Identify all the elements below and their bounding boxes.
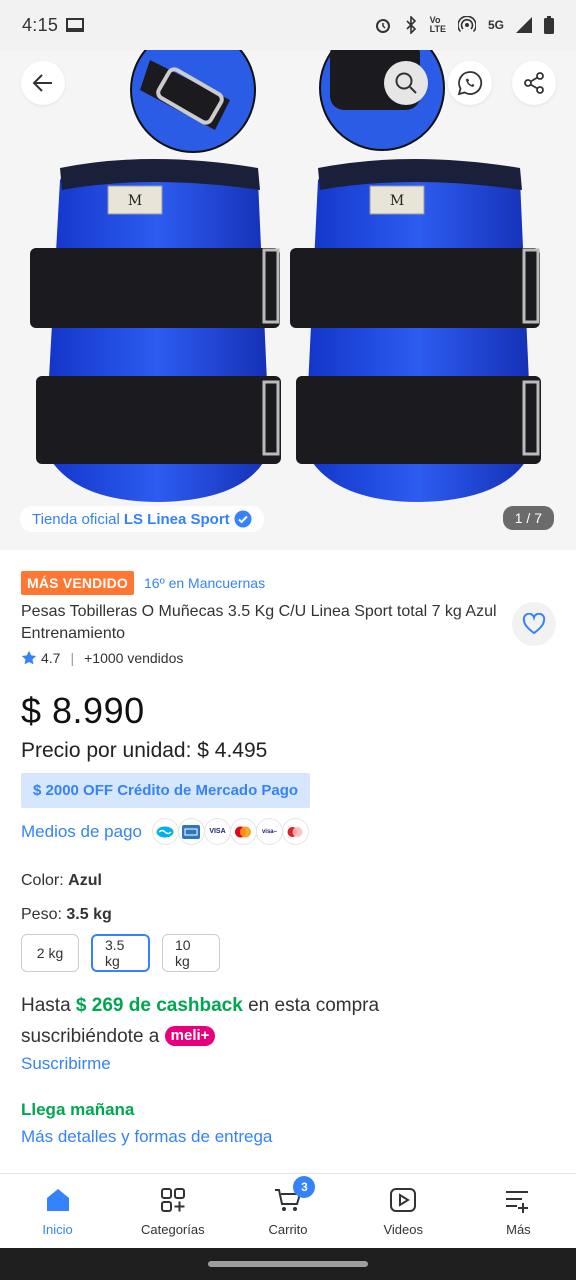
back-button[interactable]	[21, 61, 65, 105]
heart-icon	[522, 613, 546, 635]
cashback-prefix: Hasta	[21, 995, 71, 1016]
nav-more-label: Más	[506, 1222, 531, 1237]
rating-row[interactable]: 4.7 | +1000 vendidos	[21, 650, 183, 666]
nav-cart[interactable]: 3 Carrito	[230, 1174, 345, 1248]
nav-cart-label: Carrito	[268, 1222, 308, 1237]
delivery-details-link[interactable]: Más detalles y formas de entrega	[21, 1127, 272, 1147]
sold-count: +1000 vendidos	[84, 650, 184, 666]
weight-label: Peso:	[21, 906, 62, 923]
favorite-button[interactable]	[512, 602, 556, 646]
svg-text:M: M	[128, 193, 142, 209]
color-selector: Color: Azul	[21, 872, 102, 890]
search-icon	[395, 72, 417, 94]
nav-videos-label: Videos	[383, 1222, 423, 1237]
system-navigation-bar	[0, 1248, 576, 1280]
weight-option-2kg[interactable]: 2 kg	[21, 934, 79, 972]
amex-icon	[177, 818, 205, 845]
visa-icon: VISA	[203, 818, 231, 845]
delivery-estimate: Llega mañana	[21, 1100, 135, 1119]
nav-home[interactable]: Inicio	[0, 1174, 115, 1248]
cashback-promo: Hasta $ 269 de cashback en esta compra s…	[21, 990, 501, 1052]
payment-methods-row[interactable]: Medios de pago VISA visa–	[21, 818, 309, 845]
share-button[interactable]	[512, 61, 556, 105]
battery-icon	[544, 16, 554, 34]
mercadopago-icon	[151, 818, 179, 845]
official-store-link[interactable]: Tienda oficial LS Linea Sport	[20, 506, 264, 532]
nav-home-label: Inicio	[42, 1222, 73, 1237]
payment-methods-link[interactable]: Medios de pago	[21, 822, 142, 842]
share-icon	[524, 72, 544, 94]
rating-separator: |	[70, 650, 75, 666]
video-icon	[389, 1182, 417, 1218]
weight-option-3-5kg[interactable]: 3.5 kg	[91, 934, 150, 972]
categories-icon	[159, 1182, 187, 1218]
product-image: M M	[30, 50, 541, 502]
screen-icon	[66, 18, 85, 32]
verified-icon	[234, 510, 252, 528]
weight-selector: Peso: 3.5 kg	[21, 906, 112, 924]
cashback-amount: $ 269 de cashback	[75, 995, 243, 1016]
maestro-icon	[281, 818, 309, 845]
volte-icon: Vo LTE	[429, 15, 446, 34]
weight-value: 3.5 kg	[66, 906, 112, 923]
best-seller-badge: MÁS VENDIDO	[21, 571, 134, 595]
color-value: Azul	[68, 872, 102, 889]
product-title: Pesas Tobilleras O Muñecas 3.5 Kg C/U Li…	[21, 603, 497, 642]
home-icon	[44, 1182, 72, 1218]
visa-debit-icon: visa–	[255, 818, 283, 845]
official-store-name: LS Linea Sport	[123, 510, 230, 528]
hotspot-icon	[457, 16, 476, 33]
unit-price: Precio por unidad: $ 4.495	[21, 739, 268, 762]
rating-score: 4.7	[41, 650, 61, 666]
official-store-prefix: Tienda oficial	[32, 510, 120, 528]
star-icon	[21, 650, 37, 665]
color-label: Color:	[21, 872, 64, 889]
price: $ 8.990	[21, 690, 145, 731]
svg-text:M: M	[390, 193, 404, 209]
mastercard-icon	[229, 818, 257, 845]
cart-count-badge: 3	[293, 1176, 316, 1198]
signal-icon	[516, 17, 532, 33]
search-button[interactable]	[384, 61, 428, 105]
image-counter: 1 / 7	[502, 506, 554, 530]
subscribe-link[interactable]: Suscribirme	[21, 1054, 111, 1074]
badge-row: MÁS VENDIDO 16º en Mancuernas	[21, 571, 265, 595]
back-arrow-icon	[32, 74, 52, 92]
nav-more[interactable]: Más	[461, 1174, 576, 1248]
credit-offer-badge[interactable]: $ 2000 OFF Crédito de Mercado Pago	[21, 773, 311, 808]
whatsapp-share-button[interactable]	[448, 61, 492, 105]
nav-categories-label: Categorías	[141, 1222, 205, 1237]
nav-videos[interactable]: Videos	[346, 1174, 461, 1248]
clock: 4:15	[22, 14, 59, 35]
alarm-icon	[375, 19, 390, 33]
nav-categories[interactable]: Categorías	[115, 1174, 230, 1248]
more-icon	[504, 1182, 532, 1218]
status-bar: 4:15 Vo LTE 5G	[0, 0, 576, 50]
bottom-nav: Inicio Categorías 3 Carrito Videos Más	[0, 1173, 576, 1248]
weight-options: 2 kg 3.5 kg 10 kg	[21, 934, 220, 972]
product-gallery[interactable]: M M Tienda oficial LS Linea Sport 1 / 7	[0, 50, 576, 550]
weight-option-10kg[interactable]: 10 kg	[162, 934, 220, 972]
meli-plus-logo: meli+	[164, 1026, 216, 1046]
bluetooth-icon	[406, 16, 416, 34]
whatsapp-icon	[457, 71, 483, 96]
network-type: 5G	[487, 18, 504, 32]
category-ranking-link[interactable]: 16º en Mancuernas	[144, 575, 265, 591]
home-gesture-pill[interactable]	[208, 1261, 368, 1267]
